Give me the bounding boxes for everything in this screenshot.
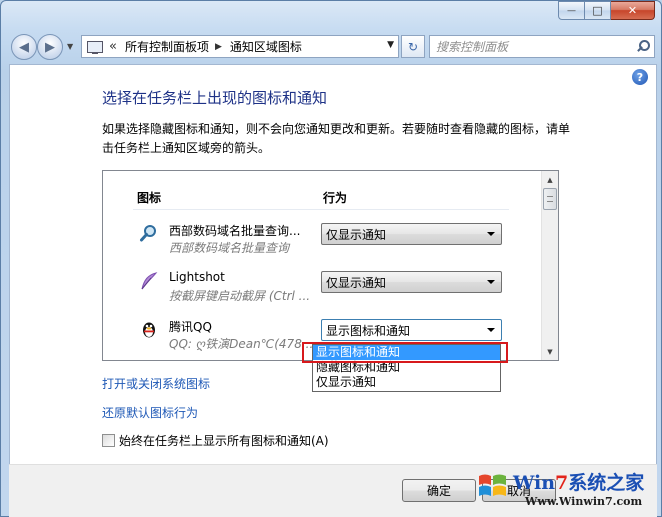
chevron-down-icon [487, 328, 495, 332]
item-name: Lightshot [169, 270, 225, 284]
vertical-scrollbar[interactable]: ▲ ▼ [541, 171, 558, 360]
behavior-value: 显示图标和通知 [326, 323, 411, 338]
close-button[interactable]: ✕ [611, 1, 655, 20]
minimize-icon: — [567, 5, 576, 16]
item-name: 腾讯QQ [169, 320, 212, 334]
search-input[interactable]: 搜索控制面板 [436, 38, 634, 55]
help-icon[interactable]: ? [632, 69, 648, 85]
forward-arrow-icon: ▶ [45, 39, 55, 55]
chevron-down-icon [487, 232, 495, 236]
qq-penguin-icon [143, 322, 155, 338]
behavior-select[interactable]: 显示图标和通知 [321, 319, 502, 341]
dropdown-option-only-show-notifications[interactable]: 仅显示通知 [313, 375, 500, 390]
forward-button[interactable]: ▶ [37, 34, 63, 60]
scroll-down-icon[interactable]: ▼ [542, 343, 558, 360]
system-icons-link[interactable]: 打开或关闭系统图标 [102, 375, 210, 392]
maximize-button[interactable]: □ [585, 1, 611, 20]
search-icon[interactable] [634, 39, 650, 55]
content-pane: ? 选择在任务栏上出现的图标和通知 如果选择隐藏图标和通知，则不会向您通知更改和… [9, 64, 657, 517]
address-chevron[interactable]: « [109, 39, 117, 54]
restore-default-link[interactable]: 还原默认图标行为 [102, 404, 198, 421]
address-bar[interactable]: « 所有控制面板项 ▶ 通知区域图标 ▼ [81, 35, 399, 58]
always-show-label[interactable]: 始终在任务栏上显示所有图标和通知(A) [119, 432, 329, 449]
ok-button[interactable]: 确定 [402, 479, 476, 502]
search-box[interactable]: 搜索控制面板 [429, 35, 655, 58]
column-header-icon: 图标 [137, 191, 162, 205]
control-panel-window: — □ ✕ ◀ ▶ ▼ « 所有控制面板项 ▶ 通知区域图标 ▼ ↻ 搜索控制面… [0, 0, 662, 517]
control-panel-icon [87, 40, 103, 54]
item-name: 西部数码域名批量查询... [169, 224, 301, 238]
windows-flag-logo-icon [479, 474, 506, 496]
breadcrumb-notification-area-icons[interactable]: 通知区域图标 [230, 38, 302, 55]
scroll-up-icon[interactable]: ▲ [542, 171, 558, 188]
always-show-checkbox[interactable] [102, 434, 115, 447]
watermark-site: Www.Winwin7.com [525, 495, 643, 508]
behavior-select[interactable]: 仅显示通知 [321, 223, 502, 245]
list-item: 西部数码域名批量查询... 西部数码域名批量查询 仅显示通知 [103, 219, 539, 265]
list-item: Lightshot 按截屏键启动截屏 (Ctrl ... 仅显示通知 [103, 267, 539, 313]
notification-icons-list[interactable]: 图标 行为 西部数码域名批量查询... 西部数码域名批量查询 仅显示通知 Lig… [102, 170, 559, 361]
behavior-value: 仅显示通知 [326, 227, 387, 242]
magnifier-icon [140, 225, 156, 242]
page-description: 如果选择隐藏图标和通知，则不会向您通知更改和更新。若要随时查看隐藏的图标，请单击… [102, 122, 571, 155]
item-subtitle: 按截屏键启动截屏 (Ctrl ... [169, 289, 311, 303]
watermark: Win7系统之家 Www.Winwin7.com [473, 464, 662, 517]
refresh-button[interactable]: ↻ [401, 35, 425, 58]
address-history-dropdown[interactable]: ▼ [387, 40, 394, 50]
minimize-button[interactable]: — [558, 1, 585, 20]
item-subtitle: QQ: ღ铁演Dean℃(478... [169, 337, 314, 351]
navigation-bar: ◀ ▶ ▼ « 所有控制面板项 ▶ 通知区域图标 ▼ ↻ 搜索控制面板 [9, 31, 655, 63]
maximize-icon: □ [592, 4, 603, 17]
breadcrumb-all-control-panel-items[interactable]: 所有控制面板项 [125, 38, 209, 55]
watermark-brand: Win7系统之家 [513, 468, 644, 495]
scroll-thumb[interactable] [543, 188, 557, 210]
breadcrumb-separator-icon[interactable]: ▶ [215, 42, 222, 52]
watermark-brand-suffix: 系统之家 [568, 472, 645, 494]
column-header-behavior: 行为 [323, 191, 348, 205]
caption-buttons: — □ ✕ [558, 1, 655, 20]
behavior-select[interactable]: 仅显示通知 [321, 271, 502, 293]
item-subtitle: 西部数码域名批量查询 [169, 241, 290, 255]
chevron-down-icon [487, 280, 495, 284]
page-title: 选择在任务栏上出现的图标和通知 [102, 89, 328, 107]
refresh-icon: ↻ [407, 39, 419, 54]
always-show-all-option[interactable]: 始终在任务栏上显示所有图标和通知(A) [102, 432, 329, 449]
highlight-callout-box [302, 342, 508, 363]
close-icon: ✕ [627, 4, 638, 17]
watermark-brand-prefix: Win [513, 472, 556, 494]
behavior-value: 仅显示通知 [326, 275, 387, 290]
feather-icon [141, 272, 158, 290]
recent-pages-dropdown[interactable]: ▼ [67, 42, 73, 51]
back-button[interactable]: ◀ [11, 34, 37, 60]
header-divider [133, 209, 509, 210]
back-arrow-icon: ◀ [19, 39, 29, 55]
watermark-brand-accent: 7 [555, 472, 569, 494]
